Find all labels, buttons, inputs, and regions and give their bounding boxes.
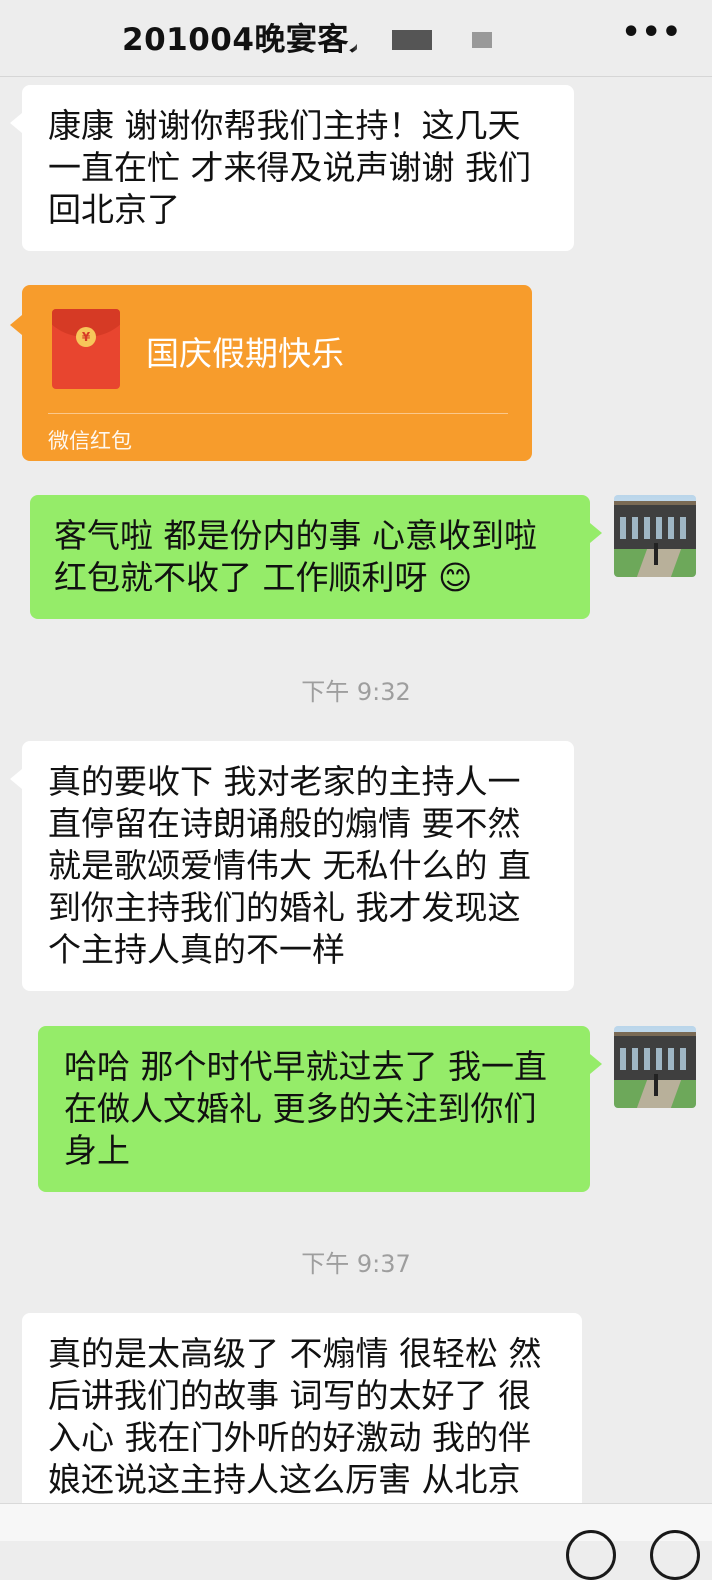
redaction-fade (352, 20, 382, 60)
divider (48, 413, 508, 414)
avatar[interactable] (614, 495, 696, 577)
redaction-block (472, 32, 492, 48)
red-packet-label: 微信红包 (48, 429, 132, 453)
red-packet-icon: ¥ (52, 309, 120, 389)
input-toolbar (0, 1503, 712, 1580)
more-options-icon[interactable]: ••• (621, 18, 682, 48)
message-bubble-incoming[interactable]: 真的要收下 我对老家的主持人一直停留在诗朗诵般的煽情 要不然就是歌颂爱情伟大 无… (10, 741, 574, 991)
red-packet-card[interactable]: ¥ 国庆假期快乐 微信红包 (10, 285, 532, 461)
message-text: 客气啦 都是份内的事 心意收到啦 红包就不收了 工作顺利呀 😊 (54, 516, 537, 597)
red-packet-message: 国庆假期快乐 (146, 334, 344, 373)
emoji-icon[interactable] (566, 1530, 616, 1580)
redaction-block (392, 30, 432, 50)
add-icon[interactable] (650, 1530, 700, 1580)
message-text: 哈哈 那个时代早就过去了 我一直在做人文婚礼 更多的关注到你们身上 (64, 1047, 547, 1170)
message-text: 真的是太高级了 不煽情 很轻松 然后讲我们的故事 词写的太好了 很入心 我在门外… (48, 1334, 542, 1499)
timestamp: 下午 9:32 (301, 678, 411, 706)
message-text: 康康 谢谢你帮我们主持！这几天一直在忙 才来得及说声谢谢 我们回北京了 (48, 106, 531, 229)
message-bubble-incoming[interactable]: 真的是太高级了 不煽情 很轻松 然后讲我们的故事 词写的太好了 很入心 我在门外… (22, 1313, 582, 1513)
chat-header: 201004晚宴客人 ••• (0, 0, 712, 77)
chat-title: 201004晚宴客人 (122, 22, 357, 58)
message-bubble-outgoing[interactable]: 哈哈 那个时代早就过去了 我一直在做人文婚礼 更多的关注到你们身上 (38, 1026, 602, 1192)
timestamp: 下午 9:37 (301, 1250, 411, 1278)
avatar[interactable] (614, 1026, 696, 1108)
message-bubble-outgoing[interactable]: 客气啦 都是份内的事 心意收到啦 红包就不收了 工作顺利呀 😊 (30, 495, 602, 619)
message-bubble-incoming[interactable]: 康康 谢谢你帮我们主持！这几天一直在忙 才来得及说声谢谢 我们回北京了 (10, 85, 574, 251)
message-text: 真的要收下 我对老家的主持人一直停留在诗朗诵般的煽情 要不然就是歌颂爱情伟大 无… (48, 762, 531, 969)
